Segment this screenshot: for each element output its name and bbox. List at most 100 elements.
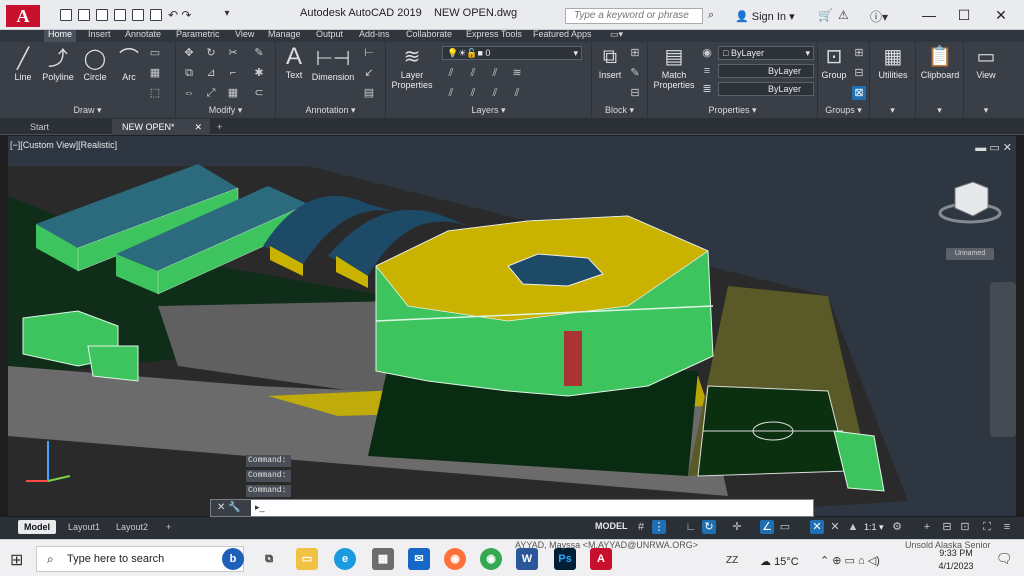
match-properties-button[interactable]: ▤ Match Properties: [652, 44, 696, 90]
erase-icon[interactable]: ✎: [252, 46, 266, 60]
layer-tool-4-icon[interactable]: ≋: [510, 66, 524, 80]
tab-collaborate[interactable]: Collaborate: [402, 30, 456, 42]
close-tab-icon[interactable]: ✕: [194, 119, 202, 135]
layer-dropdown[interactable]: 💡☀🔓■ 0 ▾: [442, 46, 582, 60]
autocad-taskbar-icon[interactable]: A: [590, 548, 612, 570]
arc-button[interactable]: ⌒ Arc: [114, 46, 144, 82]
3d-model-canvas[interactable]: [8, 136, 1016, 516]
file-tab-current[interactable]: NEW OPEN* ✕: [112, 119, 210, 135]
windows-start-icon[interactable]: ⊞: [10, 550, 23, 570]
word-icon[interactable]: W: [516, 548, 538, 570]
linetype-icon[interactable]: ≡: [700, 64, 714, 78]
dimension-button[interactable]: ⊢⊣ Dimension: [310, 46, 356, 82]
workspace-gear-icon[interactable]: ⚙: [890, 520, 904, 534]
cart-icon[interactable]: 🛒: [818, 8, 833, 22]
table-icon[interactable]: ▤: [362, 86, 376, 100]
command-line-controls[interactable]: ✕ 🔧: [211, 500, 251, 516]
scale-dropdown[interactable]: 1:1 ▾: [864, 522, 884, 533]
ortho-icon[interactable]: ∟: [684, 520, 698, 534]
properties-panel-title[interactable]: Properties ▾: [648, 105, 817, 116]
fullscreen-icon[interactable]: ⛶: [980, 520, 994, 534]
attribute-icon[interactable]: ⊟: [628, 86, 642, 100]
search-input[interactable]: Type a keyword or phrase: [565, 8, 703, 24]
clock[interactable]: 9:33 PM 4/1/2023: [937, 547, 975, 573]
layer-tool-6-icon[interactable]: ⫽: [466, 86, 480, 100]
offset-icon[interactable]: ⊂: [252, 86, 266, 100]
tab-manage[interactable]: Manage: [264, 30, 305, 42]
notifications-icon[interactable]: 🗨: [996, 551, 1013, 567]
tab-home[interactable]: Home: [44, 30, 77, 42]
tab-view[interactable]: View: [231, 30, 258, 42]
tab-parametric[interactable]: Parametric: [172, 30, 224, 42]
annotation-monitor-icon[interactable]: +: [920, 520, 934, 534]
draw-panel-title[interactable]: Draw ▾: [0, 105, 175, 116]
array-icon[interactable]: ▦: [226, 86, 240, 100]
layer-tool-5-icon[interactable]: ⫽: [444, 86, 458, 100]
polyline-button[interactable]: ⤴ Polyline: [40, 46, 76, 82]
layer-properties-button[interactable]: ≋ Layer Properties: [390, 44, 434, 90]
tab-output[interactable]: Output: [312, 30, 347, 42]
viewport-window-controls[interactable]: ▬ ▭ ✕: [975, 141, 1012, 154]
auto-scale-icon[interactable]: ▲: [846, 520, 860, 534]
layout-tab-layout1[interactable]: Layout1: [62, 520, 106, 534]
leader-icon[interactable]: ↙: [362, 66, 376, 80]
polar-icon[interactable]: ↻: [702, 520, 716, 534]
exchange-icon[interactable]: ⚠: [838, 8, 849, 22]
scale-icon[interactable]: ⤢: [204, 86, 218, 100]
new-icon[interactable]: [60, 9, 72, 21]
layer-tool-7-icon[interactable]: ⫽: [488, 86, 502, 100]
sign-in-button[interactable]: 👤 Sign In ▾: [735, 10, 795, 23]
command-line-input[interactable]: ✕ 🔧 ▸_: [210, 499, 814, 517]
layer-tool-3-icon[interactable]: ⫽: [488, 66, 502, 80]
tab-add-ins[interactable]: Add-ins: [355, 30, 394, 42]
drawing-viewport[interactable]: [−][Custom View][Realistic] ▬ ▭ ✕ Unname…: [8, 136, 1016, 516]
layer-tool-8-icon[interactable]: ⫽: [510, 86, 524, 100]
annotation-scale-icon[interactable]: ✕: [810, 520, 824, 534]
maximize-icon[interactable]: ☐: [955, 6, 973, 24]
utilities-button[interactable]: ▦ Utilities: [872, 44, 914, 80]
navigation-bar[interactable]: [990, 282, 1016, 437]
snap-icon[interactable]: ⋮: [652, 520, 666, 534]
grid-icon[interactable]: #: [634, 520, 648, 534]
layers-panel-title[interactable]: Layers ▾: [386, 105, 591, 116]
line-button[interactable]: ╱ Line: [8, 46, 38, 82]
clipboard-button[interactable]: 📋 Clipboard: [918, 44, 962, 80]
lineweight-toggle-icon[interactable]: ▭: [778, 520, 792, 534]
tab-express-tools[interactable]: Express Tools: [462, 30, 526, 42]
open-icon[interactable]: [78, 9, 90, 21]
save-as-icon[interactable]: [114, 9, 126, 21]
mail-icon[interactable]: ✉: [408, 548, 430, 570]
undo-icon[interactable]: [150, 9, 162, 21]
viewport-controls-label[interactable]: [−][Custom View][Realistic]: [10, 140, 117, 150]
edge-icon[interactable]: e: [334, 548, 356, 570]
osnap-icon[interactable]: ✛: [730, 520, 744, 534]
model-space-button[interactable]: MODEL: [595, 521, 628, 531]
file-explorer-icon[interactable]: ▭: [296, 548, 318, 570]
customize-icon[interactable]: ≡: [1000, 520, 1014, 534]
annotation-visibility-icon[interactable]: ✕: [828, 520, 842, 534]
firefox-icon[interactable]: ◉: [444, 548, 466, 570]
ucs-dropdown[interactable]: Unnamed: [946, 248, 994, 260]
plot-icon[interactable]: [132, 9, 144, 21]
otrack-icon[interactable]: ∠: [760, 520, 774, 534]
layout-tab-layout2[interactable]: Layout2: [110, 520, 154, 534]
trim-icon[interactable]: ✂: [226, 46, 240, 60]
binoculars-icon[interactable]: ⌕: [708, 9, 714, 22]
store-icon[interactable]: ▦: [372, 548, 394, 570]
help-icon[interactable]: ⓘ▾: [870, 8, 888, 25]
text-button[interactable]: A Text: [280, 44, 308, 81]
add-layout-icon[interactable]: +: [160, 520, 177, 534]
redo-icon[interactable]: ↶ ↷: [168, 9, 196, 21]
block-panel-title[interactable]: Block ▾: [592, 105, 647, 116]
copy-icon[interactable]: ⧉: [182, 66, 196, 80]
system-tray-icons[interactable]: ⌃ ⊕ ▭ ⌂ ◁): [820, 554, 880, 567]
groups-panel-title[interactable]: Groups ▾: [818, 105, 869, 116]
rectangle-icon[interactable]: ▭: [148, 46, 162, 60]
hatch-icon[interactable]: ▦: [148, 66, 162, 80]
fillet-icon[interactable]: ⌐: [226, 66, 240, 80]
lineweight-dropdown[interactable]: ByLayer: [718, 82, 814, 96]
insert-button[interactable]: ⧉ Insert: [594, 44, 626, 80]
boundary-icon[interactable]: ⬚: [148, 86, 162, 100]
lineweight-icon[interactable]: ≣: [700, 82, 714, 96]
taskbar-search-input[interactable]: ⌕ Type here to search: [36, 546, 244, 572]
